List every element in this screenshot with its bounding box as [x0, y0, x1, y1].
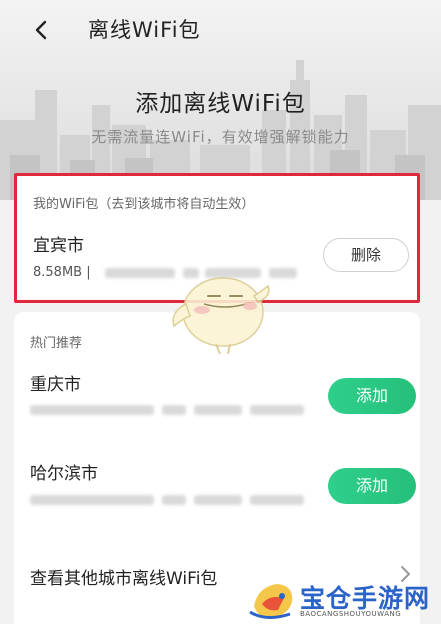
watermark: 宝仓手游网 BAOCANGSHOUYOUWANG	[248, 576, 441, 624]
blurred-details	[162, 495, 186, 505]
delete-button[interactable]: 删除	[323, 238, 409, 272]
blurred-details	[194, 405, 242, 415]
blurred-details	[250, 405, 304, 415]
more-cities-link[interactable]: 查看其他城市离线WiFi包	[30, 564, 217, 589]
blurred-details	[30, 495, 154, 505]
back-icon[interactable]	[30, 18, 52, 42]
blurred-details	[162, 405, 186, 415]
blurred-details	[194, 495, 242, 505]
blurred-details	[250, 495, 304, 505]
blurred-details	[30, 405, 154, 415]
my-wifi-size: 8.58MB |	[33, 265, 91, 280]
my-wifi-section-label: 我的WiFi包（去到该城市将自动生效）	[33, 197, 255, 212]
nav-title: 离线WiFi包	[88, 18, 201, 42]
add-button-harbin[interactable]: 添加	[328, 468, 416, 504]
hot-section-label: 热门推荐	[30, 336, 83, 351]
blurred-details	[269, 268, 297, 278]
mascot-icon	[172, 277, 270, 355]
page-title: 添加离线WiFi包	[135, 91, 306, 117]
blurred-details	[105, 268, 175, 278]
logo-icon	[249, 584, 293, 619]
page-subtitle: 无需流量连WiFi，有效增强解锁能力	[91, 128, 350, 146]
city-item-label: 哈尔滨市	[30, 464, 98, 484]
my-wifi-city: 宜宾市	[33, 236, 84, 256]
top-bar: 离线WiFi包	[0, 0, 441, 60]
watermark-subtext: BAOCANGSHOUYOUWANG	[300, 610, 402, 618]
city-item-label: 重庆市	[30, 375, 81, 395]
add-button-chongqing[interactable]: 添加	[328, 378, 416, 414]
